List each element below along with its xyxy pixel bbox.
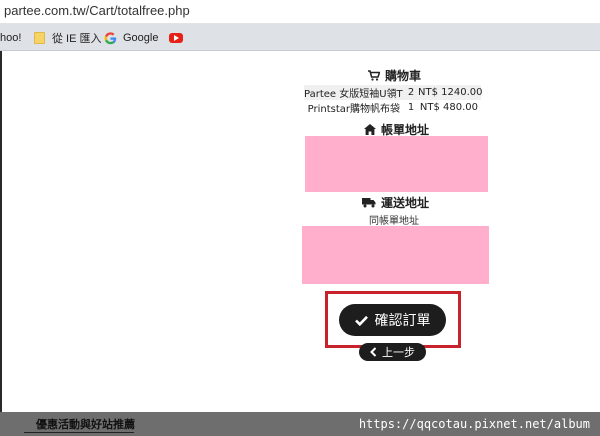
bookmark-yahoo[interactable]: hoo!	[0, 29, 21, 47]
google-icon	[104, 31, 117, 44]
youtube-icon	[169, 33, 183, 43]
confirm-order-button[interactable]: 確認訂單	[339, 304, 446, 336]
address-bar[interactable]: partee.com.tw/Cart/totalfree.php	[0, 0, 600, 24]
billing-address-redacted	[305, 136, 488, 192]
shipping-title: 運送地址	[381, 196, 430, 210]
page-left-edge	[0, 51, 2, 412]
bookmark-ie-label: 從 IE 匯入	[52, 33, 102, 45]
cart-item-qty: 2	[407, 87, 415, 98]
url-text[interactable]: partee.com.tw/Cart/totalfree.php	[4, 3, 190, 18]
confirm-order-label: 確認訂單	[374, 313, 431, 329]
cart-item-qty: 1	[407, 102, 415, 113]
bookmark-yahoo-label: hoo!	[0, 32, 22, 44]
cart-item-row: Printstar購物帆布袋 1 NT$ 480.00	[304, 100, 481, 115]
footer-divider	[24, 432, 134, 433]
shipping-heading: 運送地址	[362, 194, 429, 211]
cart-item-price: NT$ 480.00	[419, 102, 478, 113]
cart-items-table: Partee 女版短袖U領T 2 NT$ 1240.00 Printstar購物…	[304, 85, 483, 115]
home-icon	[364, 124, 376, 135]
cart-title: 購物車	[385, 69, 422, 83]
cart-item-name: Partee 女版短袖U領T	[304, 89, 403, 100]
back-button[interactable]: 上一步	[359, 343, 426, 361]
cart-item-row: Partee 女版短袖U領T 2 NT$ 1240.00	[304, 85, 483, 100]
watermark-text: https://qqcotau.pixnet.net/album	[358, 417, 590, 431]
cart-item-price: NT$ 1240.00	[418, 87, 483, 98]
promo-link[interactable]: 優惠活動與好站推薦	[36, 416, 135, 432]
page-content	[0, 51, 600, 412]
chevron-left-icon	[370, 347, 377, 357]
footer-bar: 優惠活動與好站推薦 https://qqcotau.pixnet.net/alb…	[0, 412, 600, 436]
folder-icon	[34, 32, 45, 44]
shopping-cart-icon	[368, 70, 380, 81]
bookmarks-bar: hoo! 從 IE 匯入 Google	[0, 24, 600, 51]
checkmark-icon	[354, 315, 368, 326]
back-label: 上一步	[382, 346, 415, 359]
bookmark-google-label: Google	[123, 32, 159, 44]
bookmark-import-from-ie[interactable]: 從 IE 匯入	[34, 29, 102, 47]
cart-heading: 購物車	[368, 67, 421, 84]
shipping-address-redacted	[302, 226, 489, 284]
cart-item-name: Printstar購物帆布袋	[307, 104, 400, 115]
bookmark-google[interactable]: Google	[104, 29, 158, 47]
same-as-billing-note: 同帳單地址	[369, 216, 419, 227]
truck-icon	[362, 198, 376, 208]
bookmark-youtube[interactable]	[169, 29, 183, 47]
